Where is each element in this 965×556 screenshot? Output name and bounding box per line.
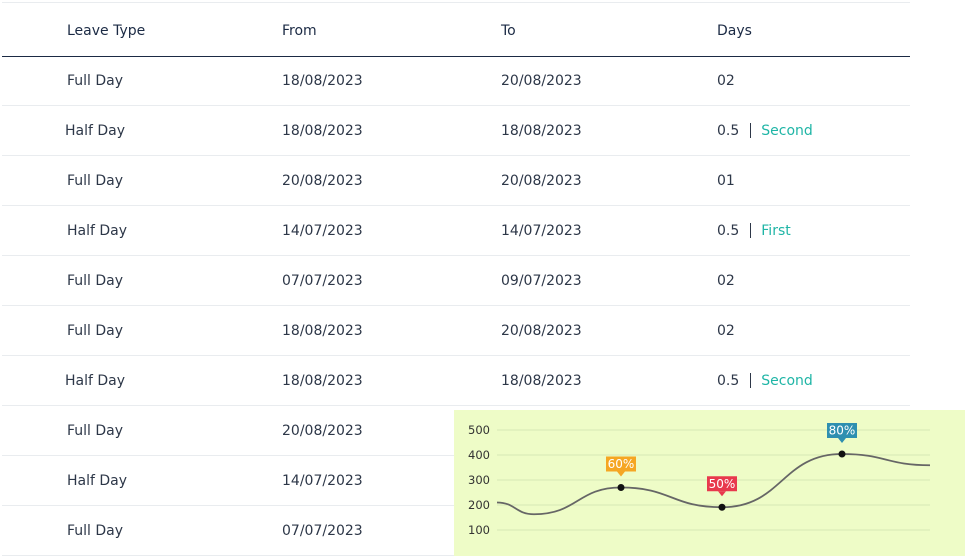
days-value: 02 [717,73,735,89]
cell-leave-type: Full Day [67,173,124,189]
cell-leave-type: Full Day [67,323,124,339]
data-label: 50% [709,477,736,491]
cell-to: 20/08/2023 [501,323,582,339]
table-row: Full Day 20/08/2023 20/08/2023 01 [2,156,910,206]
table-row: Half Day 18/08/2023 18/08/2023 0.5 Second [2,106,910,156]
cell-leave-type: Half Day [67,473,128,489]
days-divider [750,123,752,138]
cell-from: 14/07/2023 [282,473,363,489]
y-tick-label: 100 [468,523,490,537]
days-divider [750,223,752,238]
data-label-badge: 80% [827,423,857,443]
data-label-badge: 60% [606,456,636,477]
data-point [718,503,726,511]
cell-to: 20/08/2023 [501,73,582,89]
cell-from: 18/08/2023 [282,73,363,89]
days-value: 02 [717,323,735,339]
table-row: Full Day 07/07/2023 09/07/2023 02 [2,256,910,306]
cell-days: 02 [717,273,735,289]
line-chart-panel: 500 400 300 200 100 60% 50% 80% [454,410,965,556]
cell-from: 18/08/2023 [282,323,363,339]
days-divider [750,373,752,388]
cell-days: 0.5 First [717,223,791,239]
cell-days: 0.5 Second [717,123,813,139]
cell-from: 18/08/2023 [282,373,363,389]
cell-days: 02 [717,73,735,89]
line-chart: 500 400 300 200 100 60% 50% 80% [468,423,931,537]
y-tick-label: 400 [468,448,490,462]
data-point [838,450,846,458]
cell-days: 0.5 Second [717,373,813,389]
table-row: Full Day 18/08/2023 20/08/2023 02 [2,56,910,106]
data-label-badge: 50% [707,476,737,497]
cell-leave-type: Full Day [67,423,124,439]
cell-from: 18/08/2023 [282,123,363,139]
cell-leave-type: Full Day [67,273,124,289]
cell-to: 18/08/2023 [501,373,582,389]
table-row: Half Day 18/08/2023 18/08/2023 0.5 Second [2,356,910,406]
half-day-session-label: Second [761,373,813,389]
days-value: 0.5 [717,123,740,139]
half-day-session-label: Second [761,123,813,139]
cell-from: 14/07/2023 [282,223,363,239]
table-header: Leave Type From To Days [2,2,910,57]
days-value: 0.5 [717,223,740,239]
cell-leave-type: Half Day [65,123,126,139]
cell-from: 20/08/2023 [282,423,363,439]
header-to: To [501,23,516,39]
data-point [617,484,625,491]
cell-from: 07/07/2023 [282,523,363,539]
table-row: Full Day 18/08/2023 20/08/2023 02 [2,306,910,356]
y-tick-label: 500 [468,423,490,437]
cell-from: 07/07/2023 [282,273,363,289]
cell-to: 18/08/2023 [501,123,582,139]
cell-to: 14/07/2023 [501,223,582,239]
header-leave-type: Leave Type [67,23,146,39]
days-value: 02 [717,273,735,289]
y-tick-label: 300 [468,473,490,487]
cell-leave-type: Half Day [65,373,126,389]
cell-from: 20/08/2023 [282,173,363,189]
data-label: 60% [608,457,635,471]
cell-leave-type: Half Day [67,223,128,239]
header-days: Days [717,23,752,39]
cell-leave-type: Full Day [67,73,124,89]
half-day-session-label: First [761,223,791,239]
header-from: From [282,23,317,39]
table-row: Half Day 14/07/2023 14/07/2023 0.5 First [2,206,910,256]
data-label: 80% [829,424,856,438]
cell-leave-type: Full Day [67,523,124,539]
cell-days: 01 [717,173,735,189]
days-value: 01 [717,173,735,189]
cell-to: 09/07/2023 [501,273,582,289]
cell-days: 02 [717,323,735,339]
y-tick-label: 200 [468,498,490,512]
cell-to: 20/08/2023 [501,173,582,189]
days-value: 0.5 [717,373,740,389]
